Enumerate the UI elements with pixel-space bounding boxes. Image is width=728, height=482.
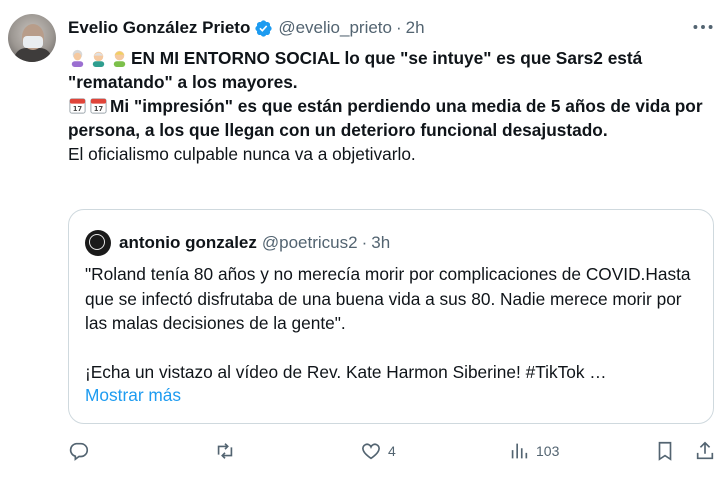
share-button[interactable] xyxy=(694,440,716,462)
quoted-paragraph-2: ¡Echa un vistazo al vídeo de Rev. Kate H… xyxy=(85,361,607,382)
retweet-icon xyxy=(217,443,233,459)
share-icon xyxy=(696,441,714,460)
tweet-time[interactable]: 2h xyxy=(406,18,425,38)
bookmark-button[interactable] xyxy=(654,440,676,462)
svg-text:17: 17 xyxy=(73,105,83,113)
quoted-tweet[interactable]: antonio gonzalez @poetricus2 · 3h "Rolan… xyxy=(68,209,714,424)
quoted-author-name[interactable]: antonio gonzalez xyxy=(119,233,257,253)
quoted-time: 3h xyxy=(371,233,391,252)
separator-dot: · xyxy=(395,18,402,37)
tweet-line-3: El oficialismo culpable nunca va a objet… xyxy=(68,144,416,164)
tweet-text: EN MI ENTORNO SOCIAL lo que "se intuye" … xyxy=(68,46,708,166)
quoted-handle[interactable]: @poetricus2 xyxy=(262,233,358,253)
show-more-link[interactable]: Mostrar más xyxy=(85,385,181,406)
quoted-avatar[interactable] xyxy=(85,230,111,256)
tweet-header: Evelio González Prieto @evelio_prieto · … xyxy=(68,16,668,40)
tweet: Evelio González Prieto @evelio_prieto · … xyxy=(0,0,728,482)
more-icon[interactable] xyxy=(690,14,716,40)
reply-icon xyxy=(69,442,89,461)
quoted-header: antonio gonzalez @poetricus2 · 3h xyxy=(85,230,390,256)
action-bar: 4 103 xyxy=(68,440,718,468)
reply-button[interactable] xyxy=(68,440,96,462)
quoted-separator: · xyxy=(361,233,368,252)
retweet-button[interactable] xyxy=(214,440,242,462)
like-button[interactable]: 4 xyxy=(360,440,396,462)
views-button[interactable]: 103 xyxy=(508,440,559,462)
calendar-emoji: 17 xyxy=(90,98,107,114)
person-emoji xyxy=(113,50,126,67)
author-name[interactable]: Evelio González Prieto xyxy=(68,18,250,38)
view-count: 103 xyxy=(536,443,560,459)
calendar-emoji: 17 xyxy=(69,98,86,114)
like-icon xyxy=(362,443,380,460)
verified-badge-icon xyxy=(255,19,272,37)
author-avatar[interactable] xyxy=(8,14,56,62)
author-handle[interactable]: @evelio_prieto xyxy=(278,18,392,38)
tweet-line-1: EN MI ENTORNO SOCIAL lo que "se intuye" … xyxy=(68,48,643,92)
like-count: 4 xyxy=(388,443,396,459)
tweet-line-2: 17 17 Mi "impresión" es que están perdiend… xyxy=(68,96,703,140)
old-man-emoji xyxy=(92,51,105,67)
views-icon xyxy=(511,443,528,459)
quoted-text: "Roland tenía 80 años y no merecía morir… xyxy=(85,262,695,384)
old-woman-emoji xyxy=(71,49,84,67)
bookmark-icon xyxy=(658,441,672,461)
svg-text:17: 17 xyxy=(94,105,104,113)
quoted-paragraph-1: "Roland tenía 80 años y no merecía morir… xyxy=(85,264,691,333)
